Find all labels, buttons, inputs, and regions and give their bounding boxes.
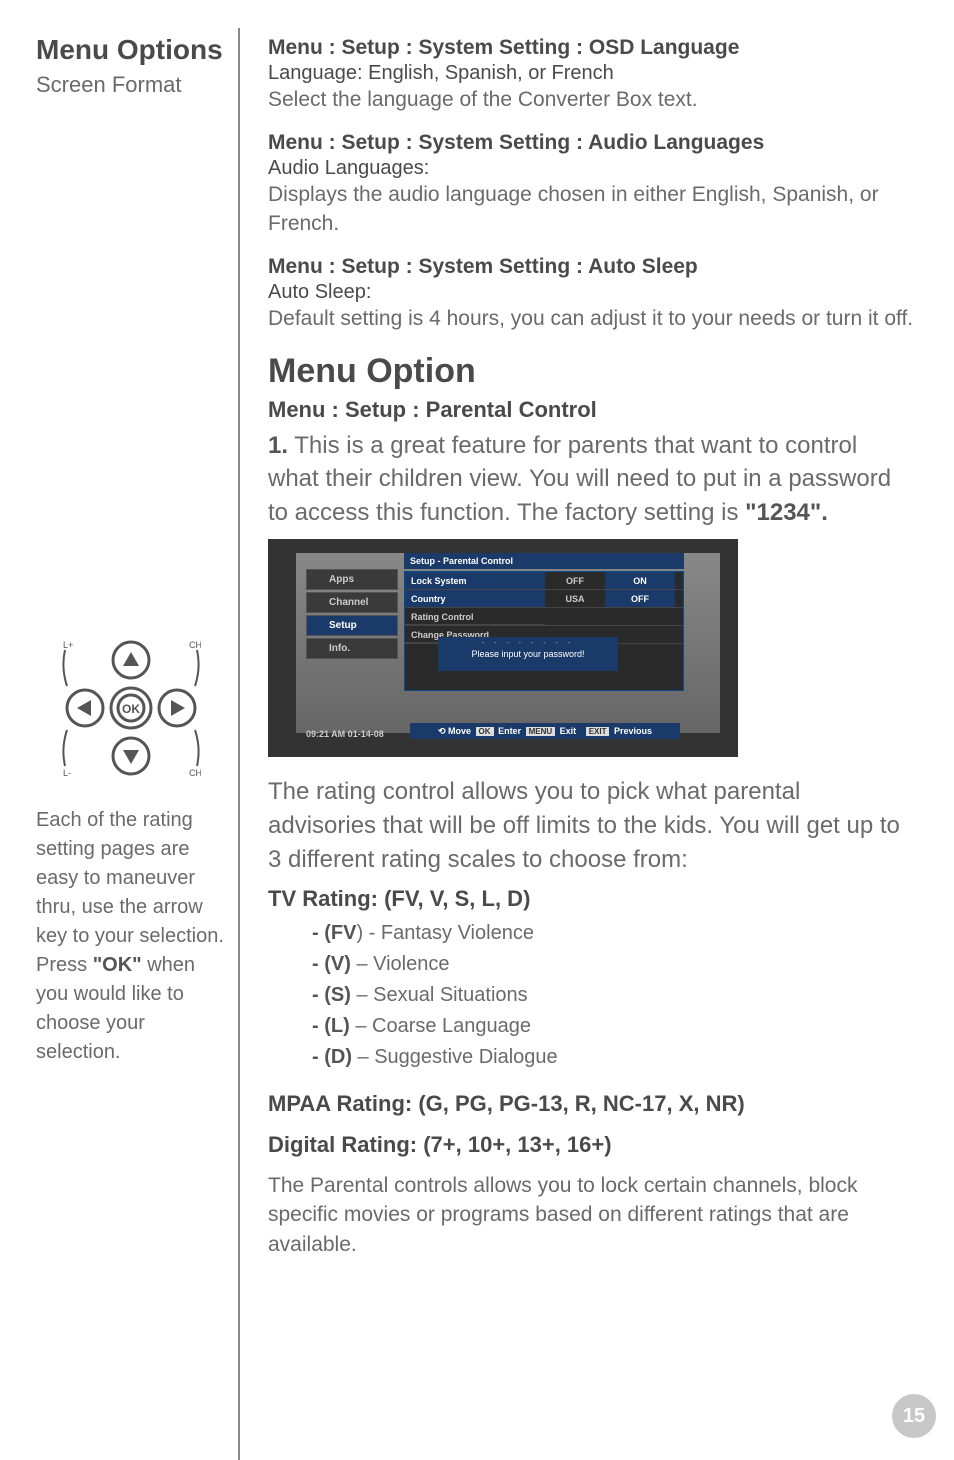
osd-tab-selected: Setup [306, 615, 398, 636]
pad-label-br: CH [189, 768, 201, 778]
breadcrumb: Menu : Setup : System Setting : OSD Lang… [268, 34, 914, 62]
block-auto-sleep: Menu : Setup : System Setting : Auto Sle… [268, 253, 914, 334]
mpaa-heading: MPAA Rating: (G, PG, PG-13, R, NC-17, X,… [268, 1089, 914, 1120]
tv-rating-heading: TV Rating: (FV, V, S, L, D) [268, 886, 914, 912]
setting-desc: Select the language of the Converter Box… [268, 85, 914, 114]
block-audio-languages: Menu : Setup : System Setting : Audio La… [268, 129, 914, 239]
block-osd-language: Menu : Setup : System Setting : OSD Lang… [268, 34, 914, 115]
osd-panel-header: Setup - Parental Control [404, 553, 684, 569]
final-paragraph: The Parental controls allows you to lock… [268, 1171, 914, 1259]
page-number-badge: 15 [892, 1394, 936, 1438]
osd-settings-panel: Lock SystemOFFON CountryUSAOFF Rating Co… [404, 571, 684, 691]
osd-tab: Apps [306, 569, 398, 590]
osd-tab: Info. [306, 638, 398, 659]
pad-label-tl: L+ [63, 640, 73, 650]
rating-item: - (V) – Violence [268, 949, 914, 980]
sidebar-subtitle: Screen Format [36, 72, 226, 98]
arrow-up-icon [123, 652, 139, 666]
breadcrumb: Menu : Setup : System Setting : Auto Sle… [268, 253, 914, 281]
setting-label: Language: English, Spanish, or French [268, 62, 914, 85]
breadcrumb: Menu : Setup : Parental Control [268, 397, 914, 423]
digital-heading: Digital Rating: (7+, 10+, 13+, 16+) [268, 1130, 914, 1161]
pad-label-tr: CH [189, 640, 201, 650]
rating-item: - (L) – Coarse Language [268, 1011, 914, 1042]
setting-label: Audio Languages: [268, 157, 914, 180]
pad-label-bl: L- [63, 768, 71, 778]
rating-item: - (S) – Sexual Situations [268, 980, 914, 1011]
ok-dpad-diagram: L+ CH L- CH OK [61, 638, 201, 778]
osd-key-hints: ⟲ Move OK Enter MENU Exit EXIT Previous [410, 723, 680, 739]
rating-intro-text: The rating control allows you to pick wh… [268, 775, 914, 876]
sidebar-help-text: Each of the rating setting pages are eas… [36, 806, 226, 1067]
ok-label: OK [122, 702, 140, 716]
page: Menu Options Screen Format L+ CH L- CH [0, 0, 954, 1460]
parental-control-screenshot: Setup - Parental Control Apps Channel Se… [268, 539, 738, 757]
setting-label: Auto Sleep: [268, 281, 914, 304]
setting-desc: Displays the audio language chosen in ei… [268, 180, 914, 239]
osd-timestamp: 09:21 AM 01-14-08 [306, 729, 384, 739]
osd-tab: Channel [306, 592, 398, 613]
rating-item: - (D) – Suggestive Dialogue [268, 1042, 914, 1073]
breadcrumb: Menu : Setup : System Setting : Audio La… [268, 129, 914, 157]
setting-desc: Default setting is 4 hours, you can adju… [268, 304, 914, 333]
arrow-left-icon [77, 700, 91, 716]
menu-option-heading: Menu Option [268, 352, 914, 391]
osd-password-prompt: - - - - - - - - Please input your passwo… [438, 637, 618, 671]
sidebar-title: Menu Options [36, 34, 226, 66]
rating-item: - (FV) - Fantasy Violence [268, 918, 914, 949]
main-content: Menu : Setup : System Setting : OSD Lang… [268, 28, 914, 1460]
parental-paragraph: 1. This is a great feature for parents t… [268, 429, 914, 530]
osd-side-tabs: Apps Channel Setup Info. [306, 569, 398, 661]
arrow-down-icon [123, 750, 139, 764]
sidebar: Menu Options Screen Format L+ CH L- CH [36, 28, 240, 1460]
arrow-right-icon [171, 700, 185, 716]
